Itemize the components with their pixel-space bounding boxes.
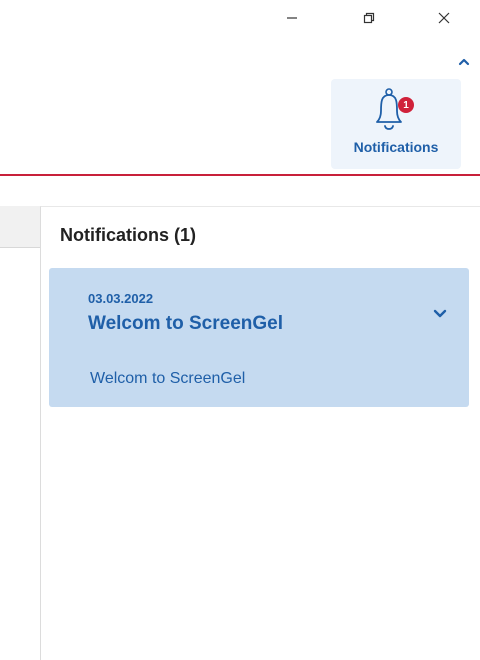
notification-count-badge: 1: [398, 97, 414, 113]
notification-date: 03.03.2022: [88, 291, 154, 306]
notification-body: Welcom to ScreenGel: [90, 370, 246, 387]
content-header-stub: [0, 206, 40, 248]
ribbon-collapse-button[interactable]: [454, 52, 474, 72]
window-controls: [240, 0, 480, 40]
close-button[interactable]: [427, 4, 461, 32]
restore-button[interactable]: [352, 4, 386, 32]
notification-title: Welcom to ScreenGel: [88, 313, 283, 334]
chevron-up-icon: [458, 58, 470, 66]
close-icon: [438, 12, 450, 24]
bell-icon-wrap: 1: [373, 83, 414, 135]
notification-card[interactable]: 03.03.2022 Welcom to ScreenGel Welcom to…: [49, 268, 469, 407]
ribbon-divider: [0, 174, 480, 176]
panel-title: Notifications (1): [60, 225, 197, 245]
minimize-icon: [287, 17, 297, 19]
chevron-down-icon: [433, 309, 447, 318]
notifications-button-label: Notifications: [353, 139, 439, 155]
notification-expand-button[interactable]: [429, 302, 451, 324]
notifications-button[interactable]: 1 Notifications: [331, 79, 461, 169]
restore-icon: [363, 12, 375, 24]
notifications-panel: Notifications (1) 03.03.2022 Welcom to S…: [40, 206, 480, 660]
minimize-button[interactable]: [275, 4, 309, 32]
